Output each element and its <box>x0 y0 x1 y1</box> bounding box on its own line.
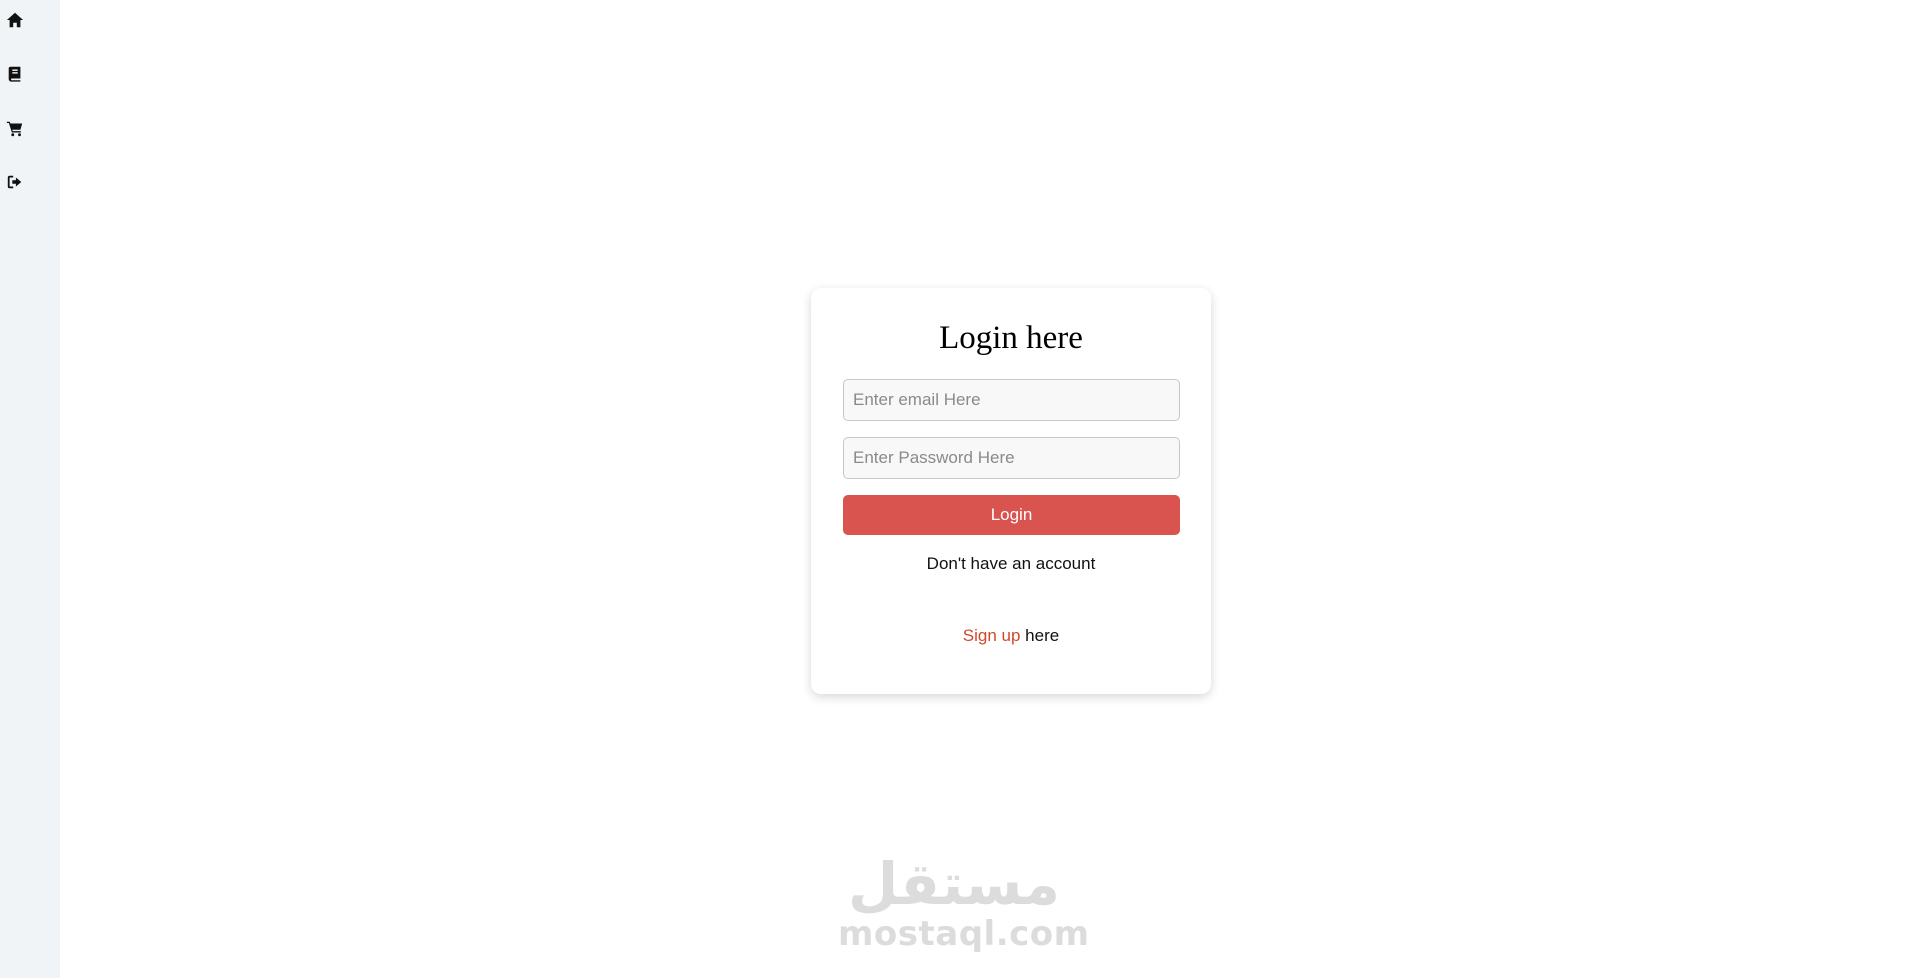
book-icon <box>6 65 24 83</box>
signup-link[interactable]: Sign up <box>963 626 1021 645</box>
watermark-latin: mostaql.com <box>838 914 1090 954</box>
no-account-text: Don't have an account <box>926 554 1096 573</box>
sidebar-item-books[interactable] <box>5 64 25 84</box>
watermark-logo: مستقل mostaql.com <box>838 850 1090 954</box>
email-input[interactable] <box>843 379 1180 421</box>
sidebar-item-logout[interactable] <box>5 172 25 192</box>
sidebar <box>0 0 60 978</box>
logout-icon <box>6 173 24 191</box>
home-icon <box>6 11 24 29</box>
signup-line: Sign up here <box>843 625 1179 647</box>
login-button[interactable]: Login <box>843 495 1180 535</box>
cart-icon <box>6 119 24 137</box>
password-input[interactable] <box>843 437 1180 479</box>
sidebar-item-cart[interactable] <box>5 118 25 138</box>
login-title: Login here <box>939 320 1083 356</box>
sidebar-item-home[interactable] <box>5 10 25 30</box>
signup-suffix: here <box>1020 626 1060 645</box>
login-card: Login here Login Don't have an account S… <box>811 288 1211 694</box>
main-content: Login here Login Don't have an account S… <box>60 0 1905 978</box>
watermark-arabic: مستقل <box>847 850 1061 918</box>
